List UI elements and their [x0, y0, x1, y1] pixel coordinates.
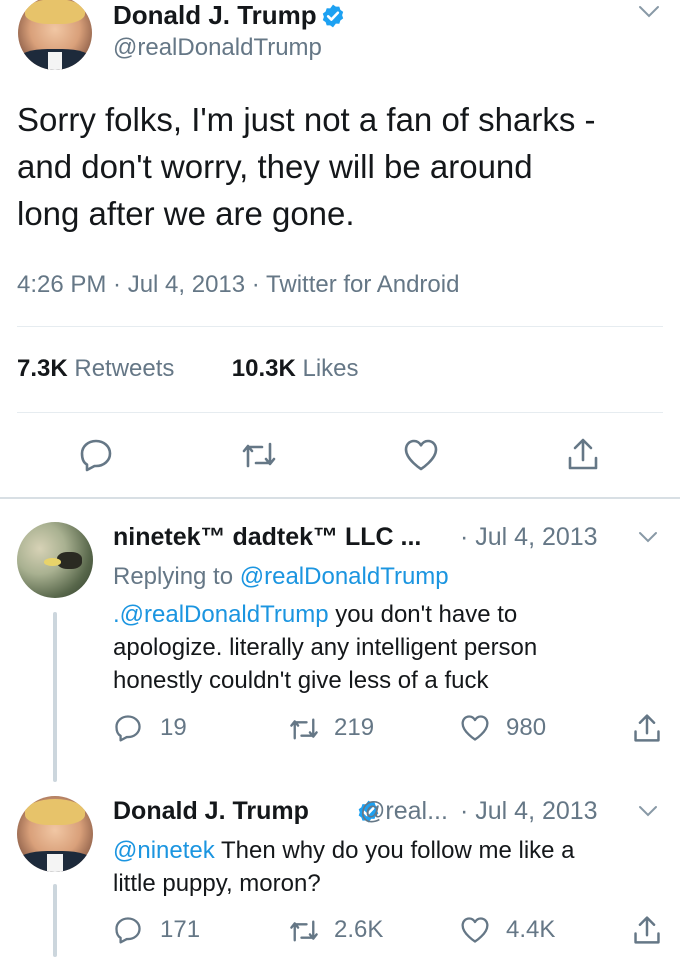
retweet-count: 219 — [334, 714, 375, 741]
reply-text: .@realDonaldTrump you don't have to apol… — [113, 598, 537, 697]
tweet-text-line: and don't worry, they will be around — [17, 148, 533, 185]
thread-line — [53, 884, 57, 957]
replying-prefix: Replying to — [113, 563, 240, 590]
retweets-count: 7.3K — [17, 355, 68, 382]
tweet-meta[interactable]: 4:26 PM · Jul 4, 2013 · Twitter for Andr… — [17, 270, 459, 300]
likes-count: 10.3K — [231, 355, 296, 382]
share-icon[interactable] — [632, 712, 662, 749]
author-handle[interactable]: @real... — [360, 796, 448, 826]
divider — [17, 326, 663, 327]
avatar[interactable] — [18, 0, 92, 70]
reply-text-segment: Then why do you follow me like a — [214, 837, 575, 864]
verified-badge-icon — [320, 3, 346, 34]
replying-to: Replying to @realDonaldTrump — [113, 562, 449, 592]
chevron-down-icon[interactable] — [636, 2, 662, 25]
author-name[interactable]: Donald J. Trump — [113, 0, 317, 30]
like-icon[interactable] — [402, 438, 440, 472]
share-icon[interactable] — [632, 914, 662, 951]
share-icon[interactable] — [566, 436, 600, 472]
replying-handle[interactable]: @realDonaldTrump — [240, 563, 449, 590]
retweet-count: 2.6K — [334, 916, 384, 943]
retweet-icon[interactable] — [240, 440, 278, 470]
author-name[interactable]: Donald J. Trump — [113, 796, 309, 826]
tweet-stats[interactable]: 7.3K Retweets 10.3K Likes — [17, 354, 359, 384]
reply-text-segment: you don't have to — [328, 601, 518, 628]
reply-text-line: little puppy, moron? — [113, 870, 321, 897]
tweet-text-line: long after we are gone. — [17, 195, 355, 232]
avatar[interactable] — [17, 522, 93, 598]
retweet-icon[interactable] — [288, 716, 320, 747]
reply-text-line: honestly couldn't give less of a fuck — [113, 667, 489, 694]
divider — [0, 497, 680, 499]
retweet-icon[interactable] — [288, 918, 320, 949]
reply-count: 19 — [160, 714, 187, 741]
mention-link[interactable]: @ninetek — [113, 837, 215, 864]
mention-link[interactable]: .@realDonaldTrump — [113, 601, 329, 628]
reply-icon[interactable] — [113, 714, 143, 747]
divider — [17, 412, 663, 413]
reply-count: 171 — [160, 916, 201, 943]
like-icon[interactable] — [459, 916, 491, 949]
tweet-date[interactable]: · Jul 4, 2013 — [460, 522, 598, 552]
like-icon[interactable] — [459, 714, 491, 747]
reply-icon[interactable] — [78, 438, 114, 472]
author-name[interactable]: ninetek™ dadtek™ LLC ... — [113, 522, 421, 552]
retweets-label: Retweets — [74, 355, 175, 382]
avatar[interactable] — [17, 796, 93, 872]
tweet-text: Sorry folks, I'm just not a fan of shark… — [17, 96, 596, 237]
reply-text-line: apologize. literally any intelligent per… — [113, 634, 538, 661]
chevron-down-icon[interactable] — [636, 802, 660, 825]
chevron-down-icon[interactable] — [636, 528, 660, 551]
like-count: 4.4K — [506, 916, 556, 943]
reply-icon[interactable] — [113, 916, 143, 949]
thread-line — [53, 612, 57, 782]
tweet-date[interactable]: · Jul 4, 2013 — [460, 796, 598, 826]
author-handle[interactable]: @realDonaldTrump — [113, 34, 322, 62]
like-count: 980 — [506, 714, 547, 741]
likes-label: Likes — [302, 355, 359, 382]
tweet-text-line: Sorry folks, I'm just not a fan of shark… — [17, 101, 596, 138]
reply-text: @ninetek Then why do you follow me like … — [113, 834, 575, 900]
